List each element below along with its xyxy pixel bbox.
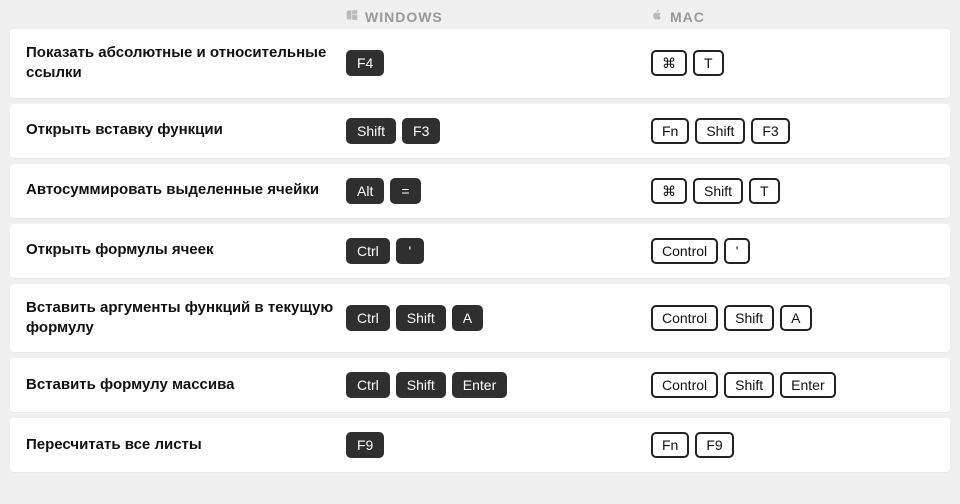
windows-keys: CtrlShiftEnter bbox=[346, 372, 651, 398]
action-label: Пересчитать все листы bbox=[26, 435, 346, 455]
key-light: Control bbox=[651, 238, 718, 264]
key-light: F3 bbox=[751, 118, 789, 144]
key-dark: Alt bbox=[346, 178, 384, 204]
mac-keys: FnF9 bbox=[651, 432, 734, 458]
windows-keys: F4 bbox=[346, 50, 651, 76]
key-light: Fn bbox=[651, 118, 689, 144]
mac-label: MAC bbox=[670, 9, 705, 25]
key-light: ⌘ bbox=[651, 50, 687, 76]
shortcut-row: Показать абсолютные и относительные ссыл… bbox=[10, 29, 950, 98]
action-label: Открыть вставку функции bbox=[26, 120, 346, 140]
shortcut-row: Вставить аргументы функций в текущую фор… bbox=[10, 284, 950, 353]
shortcut-table: Показать абсолютные и относительные ссыл… bbox=[0, 29, 960, 472]
key-light: Shift bbox=[724, 372, 774, 398]
mac-keys: ⌘ShiftT bbox=[651, 178, 780, 204]
key-dark: = bbox=[390, 178, 420, 204]
action-label: Вставить аргументы функций в текущую фор… bbox=[26, 298, 346, 339]
key-light: ⌘ bbox=[651, 178, 687, 204]
mac-keys: FnShiftF3 bbox=[651, 118, 790, 144]
key-light: Shift bbox=[693, 178, 743, 204]
key-dark: Ctrl bbox=[346, 238, 390, 264]
key-light: A bbox=[780, 305, 811, 331]
windows-header: WINDOWS bbox=[345, 8, 650, 25]
key-dark: Ctrl bbox=[346, 372, 390, 398]
key-dark: F9 bbox=[346, 432, 384, 458]
apple-icon bbox=[650, 8, 664, 25]
action-label: Вставить формулу массива bbox=[26, 375, 346, 395]
key-dark: Ctrl bbox=[346, 305, 390, 331]
shortcut-row: Открыть формулы ячеекCtrl'Control' bbox=[10, 224, 950, 278]
windows-keys: F9 bbox=[346, 432, 651, 458]
key-light: Shift bbox=[724, 305, 774, 331]
key-light: T bbox=[693, 50, 724, 76]
action-label: Показать абсолютные и относительные ссыл… bbox=[26, 43, 346, 84]
key-light: Fn bbox=[651, 432, 689, 458]
key-dark: ' bbox=[396, 238, 424, 264]
key-dark: F3 bbox=[402, 118, 440, 144]
key-light: Enter bbox=[780, 372, 835, 398]
action-label: Автосуммировать выделенные ячейки bbox=[26, 180, 346, 200]
key-dark: A bbox=[452, 305, 483, 331]
shortcut-row: Открыть вставку функцииShiftF3FnShiftF3 bbox=[10, 104, 950, 158]
action-label: Открыть формулы ячеек bbox=[26, 240, 346, 260]
key-dark: Shift bbox=[346, 118, 396, 144]
column-header-row: WINDOWS MAC bbox=[0, 0, 960, 29]
mac-keys: ControlShiftA bbox=[651, 305, 812, 331]
shortcut-row: Автосуммировать выделенные ячейкиAlt=⌘Sh… bbox=[10, 164, 950, 218]
key-light: ' bbox=[724, 238, 750, 264]
windows-keys: CtrlShiftA bbox=[346, 305, 651, 331]
key-light: F9 bbox=[695, 432, 733, 458]
key-light: Control bbox=[651, 305, 718, 331]
mac-keys: ControlShiftEnter bbox=[651, 372, 836, 398]
windows-keys: ShiftF3 bbox=[346, 118, 651, 144]
mac-keys: Control' bbox=[651, 238, 750, 264]
windows-label: WINDOWS bbox=[365, 9, 443, 25]
key-dark: Enter bbox=[452, 372, 507, 398]
mac-keys: ⌘T bbox=[651, 50, 724, 76]
key-light: Control bbox=[651, 372, 718, 398]
key-dark: Shift bbox=[396, 305, 446, 331]
key-dark: Shift bbox=[396, 372, 446, 398]
key-light: Shift bbox=[695, 118, 745, 144]
key-dark: F4 bbox=[346, 50, 384, 76]
windows-keys: Ctrl' bbox=[346, 238, 651, 264]
key-light: T bbox=[749, 178, 780, 204]
mac-header: MAC bbox=[650, 8, 705, 25]
windows-keys: Alt= bbox=[346, 178, 651, 204]
windows-icon bbox=[345, 8, 359, 25]
shortcut-row: Вставить формулу массиваCtrlShiftEnterCo… bbox=[10, 358, 950, 412]
shortcut-row: Пересчитать все листыF9FnF9 bbox=[10, 418, 950, 472]
